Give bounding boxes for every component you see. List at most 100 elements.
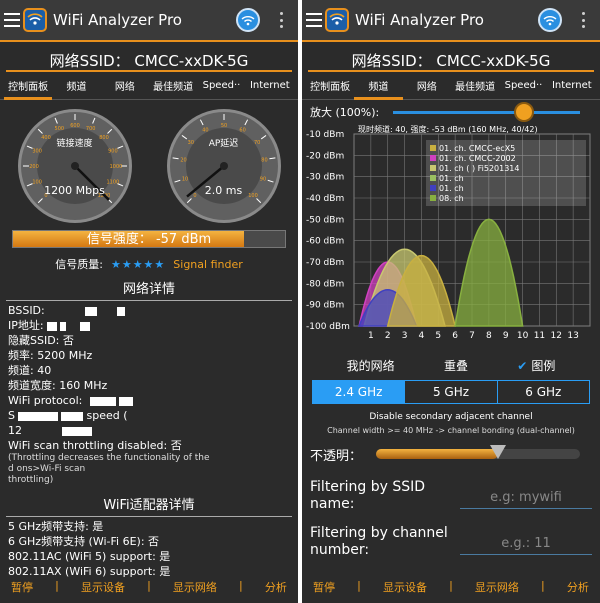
link-speed-gauge: 0100200300400500600700800900100011001200… — [15, 106, 135, 226]
ssid-filter-input[interactable]: e.g: mywifi — [460, 487, 592, 509]
gauge-tick-label: 50 — [220, 123, 226, 129]
legend-entry: 01. ch — [439, 174, 464, 183]
adapter-6ghz: 6 GHz频带支持 (Wi-Fi 6E): 否 — [8, 535, 160, 548]
y-tick-label: -60 dBm — [306, 237, 344, 247]
app-bar: WiFi Analyzer Pro — [0, 0, 298, 42]
legend-swatch — [430, 185, 436, 191]
bonding-note: Channel width >= 40 MHz -> channel bondi… — [327, 426, 575, 435]
zoom-slider[interactable] — [393, 101, 580, 122]
tab-speed[interactable]: Speed·· — [499, 80, 547, 91]
opacity-slider[interactable] — [376, 445, 580, 459]
app-logo — [23, 8, 47, 32]
x-tick-label: 1 — [368, 331, 374, 341]
gauge-tick-label: 200 — [29, 164, 39, 170]
overflow-menu-icon[interactable] — [280, 12, 284, 28]
tab-channels[interactable]: 频道 — [354, 78, 403, 100]
y-tick-label: -50 dBm — [306, 215, 344, 225]
gauge-tick-label: 500 — [54, 126, 64, 132]
tab-speed[interactable]: Speed·· — [197, 80, 245, 91]
x-tick-label: 11 — [534, 331, 545, 341]
gauge-tick-label: 90 — [259, 177, 265, 183]
wlan-icon[interactable] — [236, 8, 260, 32]
tab-bar: 控制面板 频道 网络 最佳频道 Speed·· Internet — [0, 72, 298, 100]
tab-dashboard[interactable]: 控制面板 — [4, 78, 53, 100]
app-bar-right: WiFi Analyzer Pro — [302, 0, 600, 42]
ap-latency-dial: 0102030405060708090100 — [166, 109, 281, 223]
gauge-tick-label: 80 — [261, 158, 267, 164]
tab-networks[interactable]: 网络 — [403, 78, 451, 93]
app-logo — [325, 8, 349, 32]
tab-internet[interactable]: Internet — [548, 80, 596, 91]
x-tick-label: 2 — [385, 331, 391, 341]
current-channel-text: 现时频道: 40, 强度: -53 dBm (160 MHz, 40/42) — [358, 124, 538, 134]
x-tick-label: 5 — [435, 331, 441, 341]
ssid-title: 网络SSID： CMCC-xxDK-5G — [6, 42, 292, 72]
ap-latency-label: AP延迟 — [208, 139, 239, 149]
detail-throttling: WiFi scan throttling disabled: 否 — [8, 439, 182, 452]
wlan-icon[interactable] — [538, 8, 562, 32]
secondary-channel-toggle[interactable]: Disable secondary adjacent channel — [302, 412, 600, 422]
link-speed-dial: 0100200300400500600700800900100011001200 — [17, 109, 132, 223]
detail-bssid: BSSID: — [8, 303, 290, 318]
x-tick-label: 7 — [469, 331, 475, 341]
my-network-toggle[interactable]: 我的网络 — [347, 357, 395, 374]
app-title: WiFi Analyzer Pro — [355, 11, 484, 29]
legend-toggle-label: 图例 — [531, 358, 556, 373]
channel-filter-input[interactable]: e.g.: 11 — [460, 533, 592, 555]
x-tick-label: 12 — [551, 331, 562, 341]
x-tick-label: 13 — [567, 331, 578, 341]
analyze-button[interactable]: 分析 — [567, 579, 589, 595]
signal-quality-row: 信号质量: ★★★★★ Signal finder — [0, 252, 298, 276]
show-networks-button[interactable]: 显示网络 — [173, 579, 217, 595]
detail-channel: 频道: 40 — [8, 364, 52, 377]
y-tick-label: -100 dBm — [306, 322, 350, 332]
y-tick-label: -20 dBm — [306, 151, 344, 161]
pause-button[interactable]: 暂停 — [313, 579, 335, 595]
tab-best-channel[interactable]: 最佳频道 — [149, 78, 197, 93]
bottom-nav: 暂停 | 显示设备 | 显示网络 | 分析 — [313, 579, 589, 595]
signal-strength-text: 信号强度： -57 dBm — [86, 232, 212, 247]
legend-entry: 01. ch — [439, 184, 464, 193]
menu-icon[interactable] — [306, 13, 322, 27]
show-networks-button[interactable]: 显示网络 — [475, 579, 519, 595]
signal-finder-link[interactable]: Signal finder — [173, 258, 242, 271]
analyze-button[interactable]: 分析 — [265, 579, 287, 595]
zoom-row: 放大 (100%): — [302, 100, 600, 124]
overflow-menu-icon[interactable] — [582, 12, 586, 28]
detail-frequency: 频率: 5200 MHz — [8, 349, 93, 362]
opacity-thumb[interactable] — [490, 445, 507, 459]
detail-channel-width: 频道宽度: 160 MHz — [8, 379, 108, 392]
detail-hidden-ssid: 隐藏SSID: 否 — [8, 334, 74, 347]
band-2-4ghz[interactable]: 2.4 GHz — [313, 381, 405, 403]
legend-entry: 01. ch ( ) Fi5201314 — [439, 164, 519, 173]
throttling-note-3: throttling) — [8, 475, 54, 485]
adapter-5ghz: 5 GHz频带支持: 是 — [8, 520, 104, 533]
tab-best-channel[interactable]: 最佳频道 — [451, 78, 499, 93]
pause-button[interactable]: 暂停 — [11, 579, 33, 595]
ssid-filter-label: Filtering by SSID name: — [310, 479, 426, 512]
show-devices-button[interactable]: 显示设备 — [383, 579, 427, 595]
ap-latency-gauge: 0 10 20 30 40 50 60 70 80 90 100 AP延迟 2.0 ms — [164, 106, 284, 226]
legend-toggle[interactable]: ✔ 图例 — [517, 357, 555, 374]
tab-dashboard[interactable]: 控制面板 — [306, 78, 354, 93]
legend-swatch — [430, 145, 436, 151]
y-tick-label: -80 dBm — [306, 279, 344, 289]
throttling-note: (Throttling decreases the functionality … — [8, 453, 210, 463]
overlap-toggle[interactable]: 重叠 — [444, 357, 468, 374]
tab-internet[interactable]: Internet — [246, 80, 294, 91]
opacity-fill — [376, 449, 499, 459]
band-6ghz[interactable]: 6 GHz — [496, 381, 589, 403]
band-5ghz[interactable]: 5 GHz — [404, 381, 496, 403]
legend-entry: 01. ch. CMCC-ecX5 — [439, 144, 515, 153]
show-devices-button[interactable]: 显示设备 — [81, 579, 125, 595]
detail-ip: IP地址: — [8, 318, 290, 333]
gauge-tick-label: 1000 — [109, 164, 122, 170]
tab-channels[interactable]: 频道 — [52, 78, 100, 93]
zoom-slider-thumb[interactable] — [513, 101, 534, 122]
gauge-tick-label: 20 — [180, 158, 186, 164]
tab-networks[interactable]: 网络 — [101, 78, 149, 93]
x-tick-label: 6 — [452, 331, 458, 341]
ssid-title: 网络SSID： CMCC-xxDK-5G — [308, 42, 594, 72]
gauges: 0100200300400500600700800900100011001200… — [0, 100, 298, 226]
menu-icon[interactable] — [4, 13, 20, 27]
